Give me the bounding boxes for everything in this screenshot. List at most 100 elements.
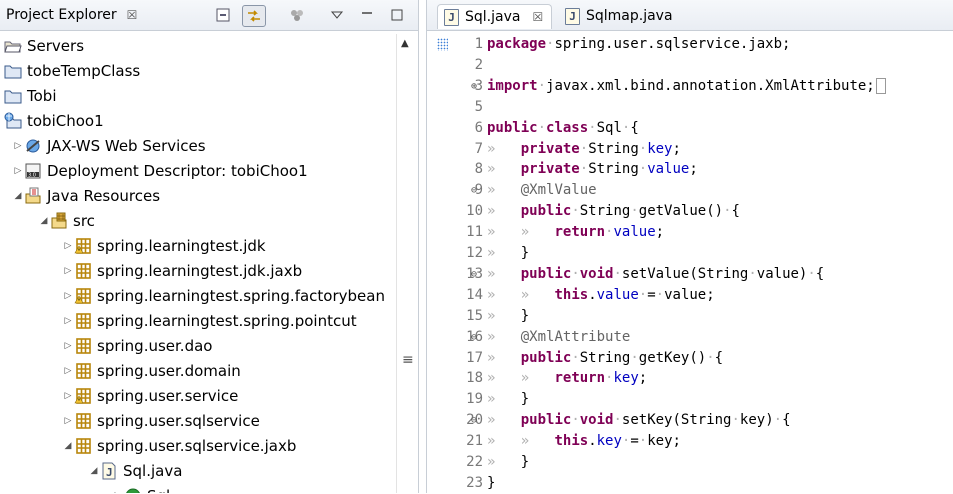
- tree-item[interactable]: ◢ Java Resources: [12, 184, 161, 208]
- tree-item[interactable]: ◢ J Sql.java: [88, 459, 183, 483]
- tree-item[interactable]: ▷CSql: [112, 484, 170, 493]
- code-line[interactable]: 5: [427, 97, 953, 118]
- tree-item[interactable]: ▷ spring.learningtest.spring.pointcut: [62, 309, 357, 333]
- tree-expanded-icon[interactable]: ◢: [38, 216, 50, 226]
- code-token: getValue(): [638, 203, 724, 220]
- code-line[interactable]: 19» }: [427, 389, 953, 410]
- code-token: {: [731, 203, 740, 220]
- code-line[interactable]: 6 public·class·Sql·{: [427, 118, 953, 139]
- tree-item[interactable]: ▷ spring.user.service: [62, 384, 239, 408]
- view-sash[interactable]: [418, 0, 426, 493]
- tree-collapsed-icon[interactable]: ▷: [62, 241, 74, 251]
- code-line[interactable]: 2: [427, 55, 953, 76]
- folded-import-box[interactable]: [875, 77, 886, 94]
- code-line[interactable]: 22» }: [427, 452, 953, 473]
- editor-tab[interactable]: J Sql.java ☒: [437, 4, 553, 29]
- java-editor: J Sql.java ☒ J Sqlmap.java 1 package·spring.u…: [426, 0, 953, 493]
- tree-item[interactable]: Tobi: [4, 84, 56, 108]
- fold-collapse-icon[interactable]: ⊖: [471, 180, 477, 201]
- code-text: » }: [487, 389, 529, 410]
- code-line[interactable]: 18» » return·key;: [427, 368, 953, 389]
- code-token: value;: [664, 286, 715, 303]
- collapse-all-icon[interactable]: [212, 5, 234, 25]
- tree-item[interactable]: tobiChoo1: [4, 109, 104, 133]
- code-line[interactable]: 10» public·String·getValue()·{: [427, 201, 953, 222]
- code-area[interactable]: 1 package·spring.user.sqlservice.jaxb; 2 3 ⊕…: [427, 34, 953, 493]
- code-token: setKey(String: [621, 412, 732, 429]
- code-line[interactable]: 21» » this.key·=·key;: [427, 431, 953, 452]
- tree-collapsed-icon[interactable]: ▷: [62, 316, 74, 326]
- scrollbar-grip-icon[interactable]: ≡: [402, 352, 414, 368]
- project-folder-icon: [4, 62, 22, 80]
- tree-collapsed-icon[interactable]: ▷: [62, 341, 74, 351]
- tree-collapsed-icon[interactable]: ▷: [12, 166, 24, 176]
- tree-collapsed-icon[interactable]: ▷: [12, 141, 24, 151]
- code-line[interactable]: 17» public·String·getKey()·{: [427, 348, 953, 369]
- tree-item[interactable]: ▷ spring.learningtest.jdk: [62, 234, 266, 258]
- code-line[interactable]: 9 ⊖ » @XmlValue: [427, 180, 953, 201]
- fold-collapse-icon[interactable]: ⊖: [471, 410, 477, 431]
- keyword-token: return: [554, 370, 606, 387]
- code-text: » » this.value·=·value;: [487, 285, 715, 306]
- fold-expand-icon[interactable]: ⊕: [471, 76, 477, 97]
- view-menu-icon[interactable]: [326, 5, 348, 25]
- close-icon[interactable]: ☒: [532, 10, 543, 24]
- tree-item[interactable]: ◢ spring.user.sqlservice.jaxb: [62, 434, 297, 458]
- tree-collapsed-icon[interactable]: ▷: [62, 391, 74, 401]
- code-line[interactable]: 16 ⊖ » @XmlAttribute: [427, 327, 953, 348]
- tree-expanded-icon[interactable]: ◢: [12, 191, 24, 201]
- line-number: 18: [466, 370, 483, 387]
- project-explorer-tab[interactable]: Project Explorer ☒: [6, 6, 137, 24]
- tree-collapsed-icon[interactable]: ▷: [62, 291, 74, 301]
- code-line[interactable]: 20 ⊖ » public·void·setKey(String·key)·{: [427, 410, 953, 431]
- tree-scrollbar[interactable]: ▲ ≡: [396, 34, 417, 493]
- code-text: » » this.key·=·key;: [487, 431, 681, 452]
- tree-item[interactable]: ▷ spring.user.sqlservice: [62, 409, 260, 433]
- line-number: 13: [466, 265, 483, 282]
- code-line[interactable]: 23}: [427, 473, 953, 494]
- close-icon[interactable]: ☒: [127, 8, 138, 22]
- tree-item[interactable]: ◢ src: [38, 209, 95, 233]
- scroll-up-arrow[interactable]: ▲: [401, 38, 409, 49]
- code-line[interactable]: 12» }: [427, 243, 953, 264]
- whitespace-marker: »: [520, 370, 530, 387]
- tree-expanded-icon[interactable]: ◢: [62, 441, 74, 451]
- tree-item[interactable]: ▷ spring.learningtest.jdk.jaxb: [62, 259, 303, 283]
- tree-item-label: spring.learningtest.spring.pointcut: [97, 312, 357, 330]
- web-services-icon: [24, 137, 42, 155]
- code-line[interactable]: 7» private·String·key;: [427, 139, 953, 160]
- tree-expanded-icon[interactable]: ◢: [88, 466, 100, 476]
- tree-collapsed-icon[interactable]: ▷: [62, 366, 74, 376]
- tree-item[interactable]: ▷ spring.learningtest.spring.factorybean: [62, 284, 385, 308]
- minimize-icon[interactable]: [356, 5, 378, 25]
- tree-item[interactable]: tobeTempClass: [4, 59, 140, 83]
- editor-tab[interactable]: J Sqlmap.java: [559, 4, 681, 28]
- code-line[interactable]: 15» }: [427, 306, 953, 327]
- tree-item-label: Tobi: [27, 87, 57, 105]
- code-line[interactable]: 1 package·spring.user.sqlservice.jaxb;: [427, 34, 953, 55]
- tree-item[interactable]: ▷ spring.user.domain: [62, 359, 241, 383]
- code-line[interactable]: 3 ⊕ import·javax.xml.bind.annotation.XmlAt…: [427, 76, 953, 97]
- fold-collapse-icon[interactable]: ⊖: [471, 327, 477, 348]
- code-token: value): [756, 265, 808, 282]
- code-line[interactable]: 14» » this.value·=·value;: [427, 285, 953, 306]
- tree-collapsed-icon[interactable]: ▷: [62, 266, 74, 276]
- tree-item[interactable]: ▷ spring.user.dao: [62, 334, 213, 358]
- filter-icon[interactable]: [286, 5, 308, 25]
- java-file-icon: J: [444, 8, 459, 26]
- link-with-editor-icon[interactable]: [242, 5, 266, 27]
- whitespace-marker: ·: [638, 140, 648, 157]
- tree-item[interactable]: ▷ 3.0 Deployment Descriptor: tobiChoo1: [12, 159, 308, 183]
- project-explorer-tabbar: Project Explorer ☒: [0, 0, 426, 31]
- line-number: 15: [466, 307, 483, 324]
- tree-collapsed-icon[interactable]: ▷: [62, 416, 74, 426]
- code-line[interactable]: 8» private·String·value;: [427, 159, 953, 180]
- code-line[interactable]: 13 ⊖ » public·void·setValue(String·value)·…: [427, 264, 953, 285]
- maximize-icon[interactable]: [386, 5, 408, 25]
- tree-item[interactable]: ▷ JAX-WS Web Services: [12, 134, 206, 158]
- code-line[interactable]: 11» » return·value;: [427, 222, 953, 243]
- fold-collapse-icon[interactable]: ⊖: [471, 264, 477, 285]
- tree-item[interactable]: Servers: [4, 34, 84, 58]
